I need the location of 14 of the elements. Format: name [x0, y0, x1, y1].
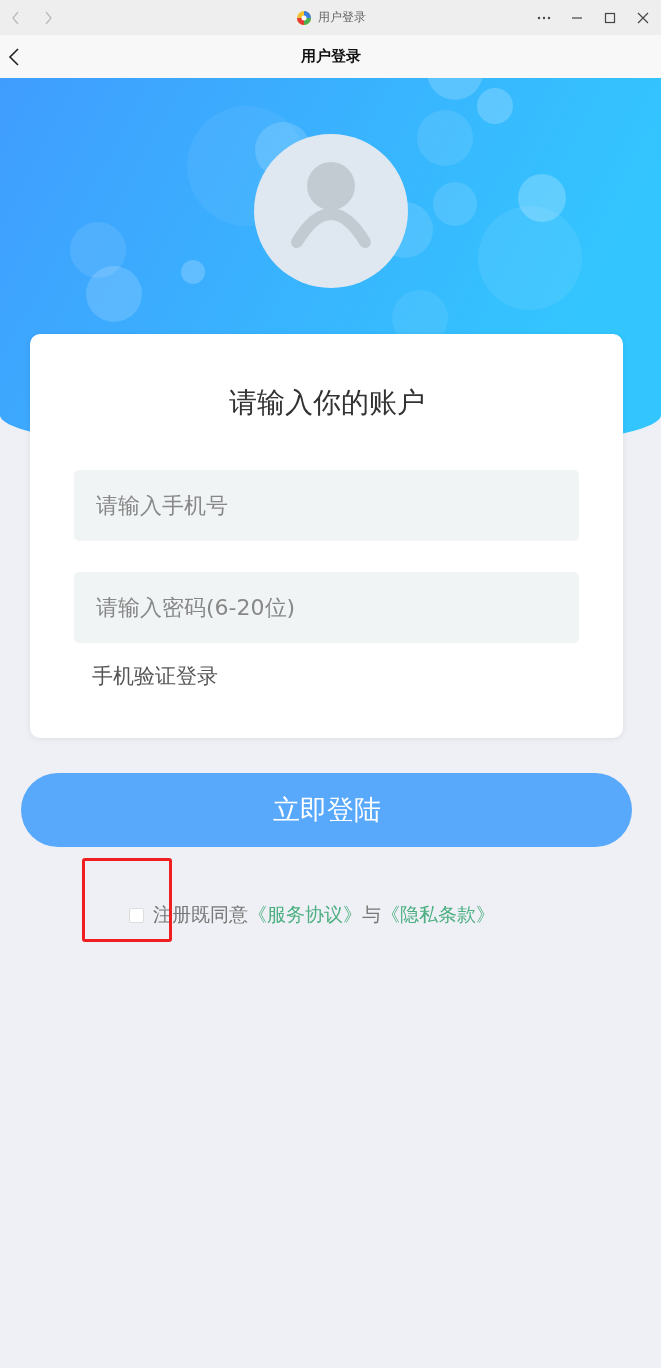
back-icon[interactable]	[8, 46, 20, 67]
input-field[interactable]: 请输入手机号	[74, 470, 579, 541]
privacy-policy-link[interactable]: 《隐私条款》	[381, 903, 495, 925]
app-logo-icon	[295, 9, 312, 26]
page-title: 用户登录	[300, 47, 361, 66]
avatar-icon	[253, 134, 408, 288]
login-button[interactable]: 立即登陆	[21, 773, 632, 847]
service-agreement-link[interactable]: 《服务协议》	[248, 903, 362, 925]
input-field[interactable]: 请输入密码(6-20位)	[74, 572, 579, 643]
agree-checkbox[interactable]	[129, 907, 144, 923]
window-title: 用户登录	[317, 9, 366, 26]
sms-login-link[interactable]: 手机验证登录	[92, 662, 218, 690]
card-heading: 请输入你的账户	[227, 385, 426, 421]
agreement-text: 注册既同意《服务协议》与《隐私条款》	[153, 902, 495, 927]
